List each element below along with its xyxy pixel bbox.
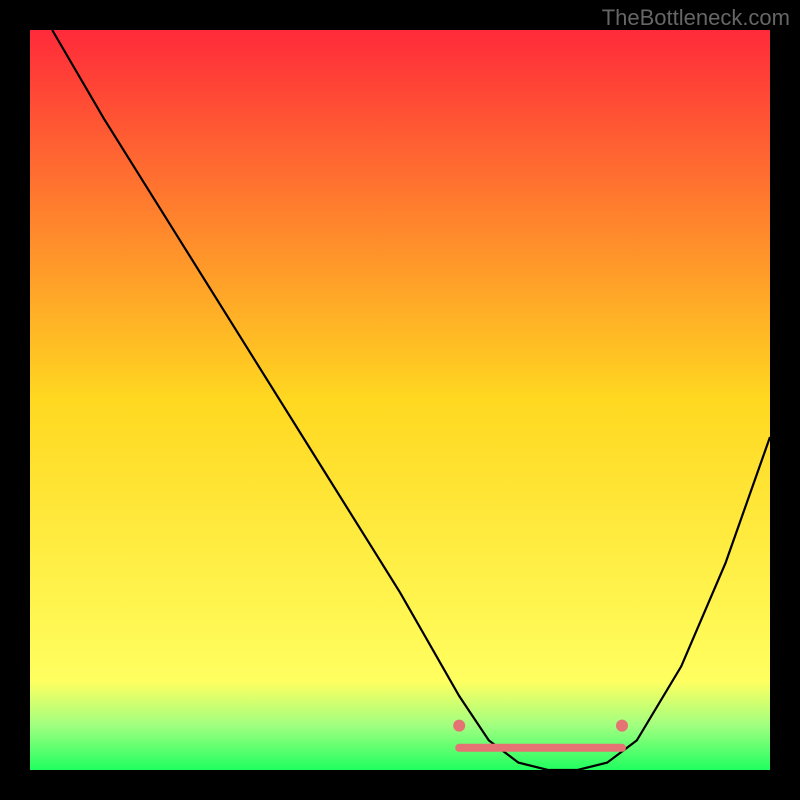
chart-area: [30, 30, 770, 770]
marker-dot: [616, 720, 628, 732]
watermark-text: TheBottleneck.com: [602, 5, 790, 31]
chart-background: [30, 30, 770, 770]
marker-dot: [453, 720, 465, 732]
chart-svg: [30, 30, 770, 770]
